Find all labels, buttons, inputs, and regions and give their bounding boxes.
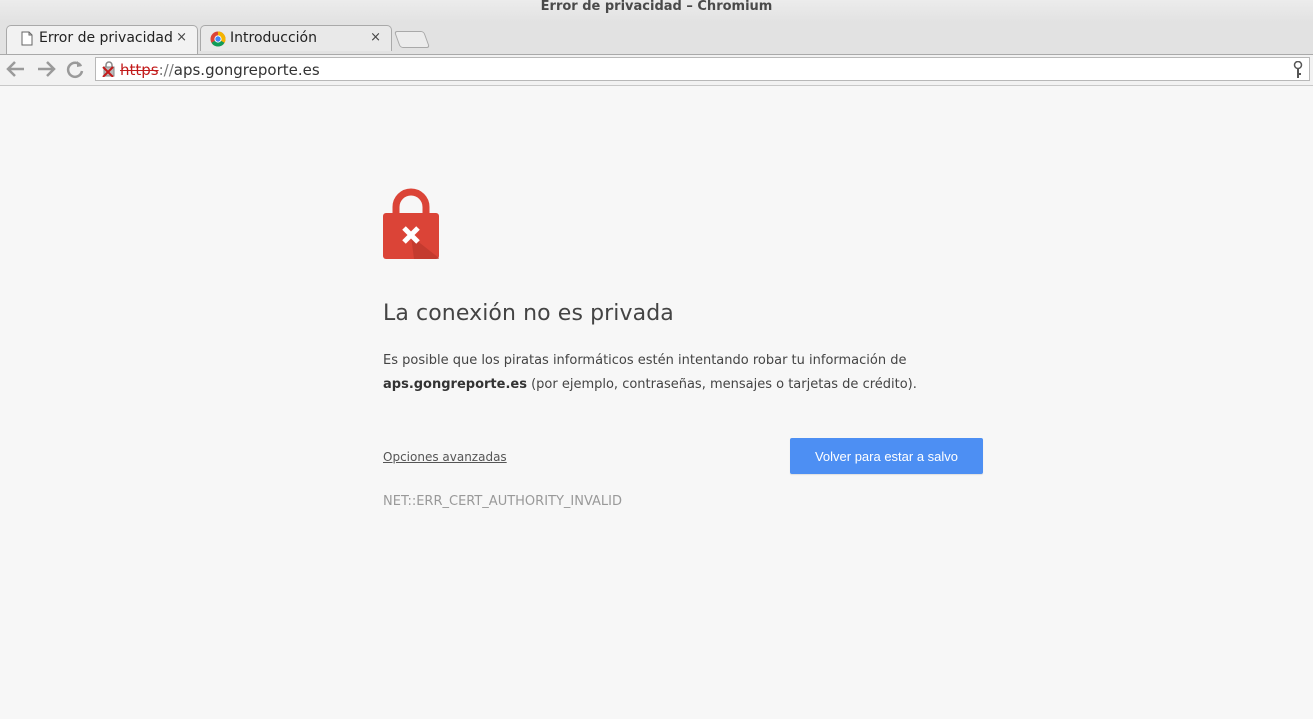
tab-label: Introducción (230, 30, 317, 46)
reload-icon (66, 61, 84, 78)
page-icon (21, 31, 33, 50)
back-arrow-icon (6, 61, 24, 77)
message-domain: aps.gongreporte.es (383, 377, 527, 392)
wrench-menu-icon[interactable] (1293, 60, 1303, 83)
close-icon[interactable]: × (370, 30, 381, 45)
page-title: La conexión no es privada (383, 301, 674, 326)
url-host: aps.gongreporte.es (173, 61, 320, 79)
forward-button[interactable] (35, 58, 57, 80)
tab-label: Error de privacidad (39, 30, 173, 46)
message-after: (por ejemplo, contraseñas, mensajes o ta… (526, 377, 917, 392)
browser-toolbar: https://aps.gongreporte.es (0, 54, 1313, 86)
chromium-icon (210, 31, 226, 51)
reload-button[interactable] (64, 58, 86, 80)
url-separator: :// (158, 61, 174, 79)
insecure-lock-icon[interactable] (101, 61, 117, 81)
address-bar[interactable]: https://aps.gongreporte.es (95, 57, 1310, 81)
url-scheme: https (120, 61, 159, 79)
tab-strip: Error de privacidad × Introducción × (0, 22, 1313, 54)
error-message: Es posible que los piratas informáticos … (383, 349, 983, 397)
tab-error-de-privacidad[interactable]: Error de privacidad × (6, 25, 198, 54)
back-button[interactable] (5, 58, 27, 80)
back-to-safety-button[interactable]: Volver para estar a salvo (790, 438, 983, 474)
new-tab-button[interactable] (393, 31, 431, 48)
forward-arrow-icon (38, 61, 56, 77)
tab-introduccion[interactable]: Introducción × (200, 25, 392, 51)
window-titlebar: Error de privacidad – Chromium (0, 0, 1313, 22)
message-before: Es posible que los piratas informáticos … (383, 353, 907, 368)
close-icon[interactable]: × (176, 30, 187, 45)
lock-error-icon (383, 188, 441, 264)
url-text[interactable]: https://aps.gongreporte.es (120, 61, 320, 79)
advanced-options-link[interactable]: Opciones avanzadas (383, 450, 507, 464)
error-code: NET::ERR_CERT_AUTHORITY_INVALID (383, 494, 623, 509)
window-title: Error de privacidad – Chromium (540, 0, 773, 14)
